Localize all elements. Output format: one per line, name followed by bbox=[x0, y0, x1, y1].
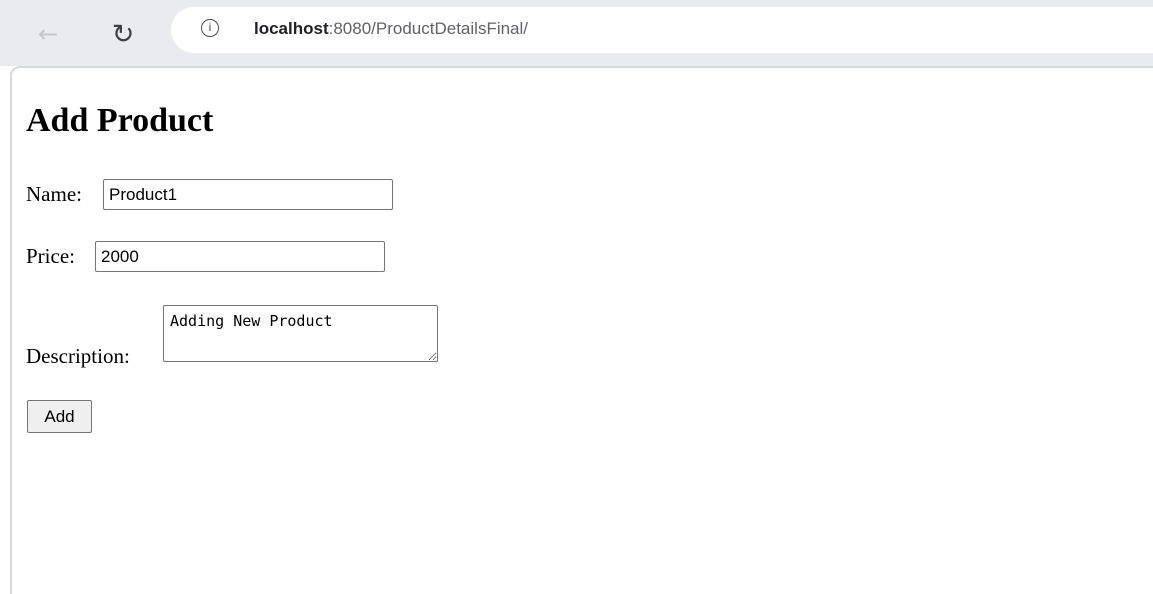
description-label: Description: bbox=[26, 344, 130, 368]
url-host: localhost bbox=[254, 19, 329, 38]
back-button[interactable]: ← bbox=[26, 12, 70, 56]
reload-icon: ↻ bbox=[111, 18, 135, 50]
browser-toolbar: ← ↻ i localhost:8080/ProductDetailsFinal… bbox=[0, 0, 1153, 66]
price-label: Price: bbox=[26, 244, 75, 268]
reload-button[interactable]: ↻ bbox=[101, 12, 145, 56]
add-button[interactable]: Add bbox=[27, 400, 92, 433]
url-path: :8080/ProductDetailsFinal/ bbox=[328, 19, 529, 38]
name-input[interactable] bbox=[103, 179, 393, 210]
page-title: Add Product bbox=[26, 102, 214, 139]
address-bar[interactable]: i localhost:8080/ProductDetailsFinal/ bbox=[171, 7, 1153, 53]
info-icon[interactable]: i bbox=[201, 19, 219, 37]
price-input[interactable] bbox=[95, 241, 385, 272]
description-textarea[interactable]: Adding New Product bbox=[163, 305, 438, 362]
url-text[interactable]: localhost:8080/ProductDetailsFinal/ bbox=[254, 19, 528, 39]
name-label: Name: bbox=[26, 182, 82, 206]
page-viewport: Add Product Name: Price: Description: Ad… bbox=[10, 66, 1153, 594]
back-arrow-icon: ← bbox=[37, 20, 59, 48]
